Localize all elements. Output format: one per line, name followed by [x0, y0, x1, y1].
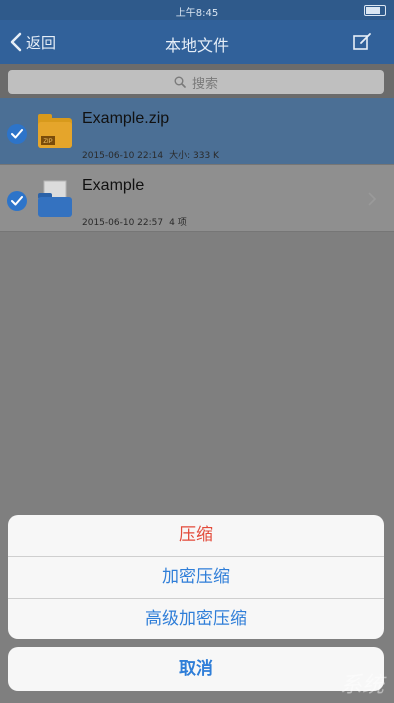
cancel-button[interactable]: 取消 — [8, 647, 384, 691]
zip-file-icon: ZIP — [36, 112, 74, 154]
search-input[interactable]: 搜索 — [8, 70, 384, 94]
encrypt-compress-button[interactable]: 加密压缩 — [8, 557, 384, 598]
search-bar: 搜索 — [0, 64, 394, 98]
navigation-bar: 返回 本地文件 — [0, 20, 394, 64]
file-name: Example — [82, 177, 145, 194]
checkmark-icon[interactable] — [7, 191, 27, 211]
status-time: 上午8:45 — [175, 8, 219, 19]
checkmark-icon[interactable] — [7, 124, 27, 144]
advanced-encrypt-compress-button[interactable]: 高级加密压缩 — [8, 599, 384, 639]
status-bar: 上午8:45 — [0, 0, 394, 20]
watermark: 系统 — [339, 673, 384, 698]
folder-icon — [36, 179, 74, 223]
compose-icon — [353, 33, 371, 50]
file-row-zip[interactable]: ZIP Example.zip 2015-06-10 22:14 大小: 333 … — [0, 98, 394, 165]
battery-icon — [364, 5, 386, 16]
file-size: 大小: 333 K — [169, 151, 219, 161]
file-date: 2015-06-10 22:14 — [82, 151, 164, 161]
file-date: 2015-06-10 22:57 — [82, 218, 164, 228]
search-icon — [174, 76, 186, 88]
file-name: Example.zip — [82, 110, 170, 127]
file-meta: 2015-06-10 22:14 大小: 333 K — [82, 148, 225, 161]
compress-button[interactable]: 压缩 — [8, 515, 384, 556]
chevron-right-icon — [368, 191, 377, 210]
file-row-folder[interactable]: Example 2015-06-10 22:57 4 项 — [0, 165, 394, 232]
search-placeholder: 搜索 — [191, 76, 218, 92]
file-meta: 2015-06-10 22:57 4 项 — [82, 215, 193, 228]
edit-button[interactable] — [352, 32, 372, 56]
svg-text:ZIP: ZIP — [43, 139, 52, 145]
item-count: 4 项 — [169, 218, 187, 228]
action-sheet: 压缩 加密压缩 高级加密压缩 — [8, 515, 384, 639]
page-title: 本地文件 — [164, 36, 229, 55]
